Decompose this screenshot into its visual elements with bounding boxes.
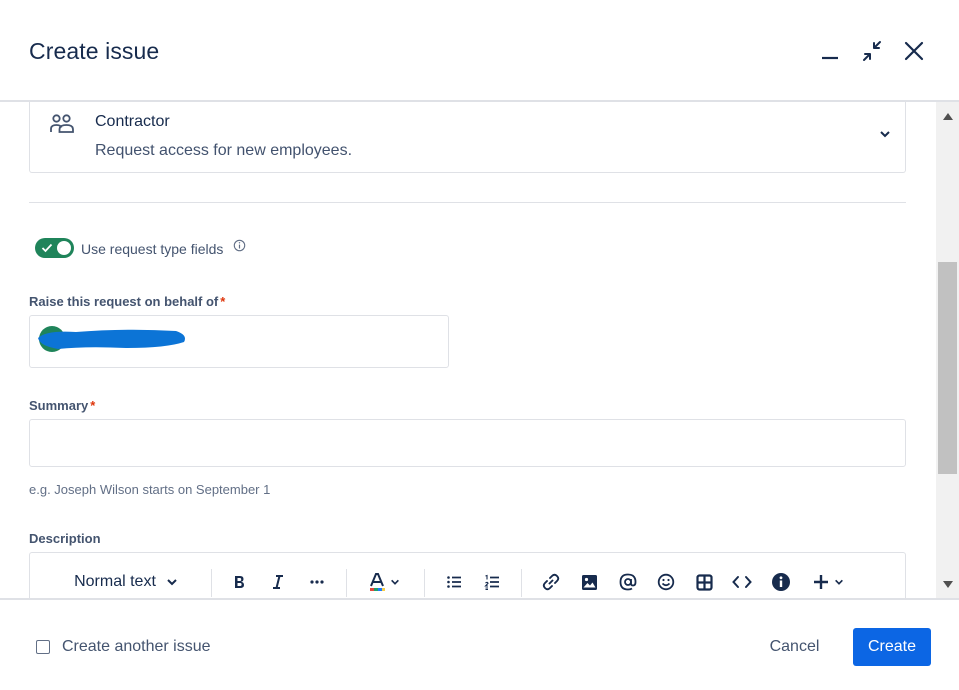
italic-icon xyxy=(273,575,283,589)
link-icon xyxy=(542,573,560,591)
toggle-knob xyxy=(57,241,71,255)
emoji-button[interactable] xyxy=(654,565,678,598)
request-type-select[interactable]: Contractor Request access for new employ… xyxy=(29,102,906,173)
mention-button[interactable] xyxy=(616,565,640,598)
required-marker: * xyxy=(90,398,96,413)
section-divider xyxy=(29,202,906,203)
create-another-checkbox[interactable] xyxy=(36,640,50,654)
image-button[interactable] xyxy=(577,565,601,598)
create-button[interactable]: Create xyxy=(853,628,931,666)
people-icon xyxy=(50,114,74,133)
info-filled-icon xyxy=(772,573,790,591)
toolbar-separator xyxy=(346,569,347,597)
info-icon[interactable] xyxy=(233,239,246,252)
more-icon xyxy=(310,580,324,584)
chevron-down-icon xyxy=(167,579,177,586)
description-editor[interactable]: Normal text xyxy=(29,552,906,598)
triangle-up-icon xyxy=(942,112,953,120)
scroll-thumb[interactable] xyxy=(938,262,957,474)
text-color-button[interactable] xyxy=(364,565,404,598)
scrollbar[interactable] xyxy=(936,102,959,598)
summary-input[interactable] xyxy=(29,419,906,467)
numbered-list-button[interactable] xyxy=(480,565,504,598)
toolbar-separator xyxy=(521,569,522,597)
scroll-up-button[interactable] xyxy=(936,106,959,126)
cancel-button[interactable]: Cancel xyxy=(757,628,832,666)
image-icon xyxy=(581,574,597,590)
text-color-icon xyxy=(370,573,385,591)
request-type-description: Request access for new employees. xyxy=(95,142,353,159)
description-label: Description xyxy=(29,531,101,546)
toolbar-separator xyxy=(424,569,425,597)
redacted-user-avatar xyxy=(38,326,185,352)
mention-icon xyxy=(619,573,637,591)
link-button[interactable] xyxy=(539,565,563,598)
minimize-icon xyxy=(822,56,838,60)
dialog-body: Contractor Request access for new employ… xyxy=(0,102,936,598)
bullet-list-icon xyxy=(447,576,461,588)
behalf-user-picker[interactable] xyxy=(29,315,449,368)
triangle-down-icon xyxy=(942,580,953,588)
collapse-button[interactable] xyxy=(857,36,887,66)
chevron-down-icon xyxy=(835,579,843,585)
behalf-label: Raise this request on behalf of * xyxy=(29,294,226,309)
italic-button[interactable] xyxy=(266,565,290,598)
request-type-fields-toggle[interactable] xyxy=(35,238,74,258)
code-button[interactable] xyxy=(730,565,754,598)
required-marker: * xyxy=(220,294,226,309)
bold-icon xyxy=(235,576,244,588)
minimize-button[interactable] xyxy=(815,36,845,66)
dialog-footer: Create another issue Cancel Create xyxy=(0,598,959,690)
toolbar-separator xyxy=(211,569,212,597)
insert-more-button[interactable] xyxy=(808,565,848,598)
dialog-title: Create issue xyxy=(29,38,160,64)
request-type-name: Contractor xyxy=(95,113,170,130)
table-button[interactable] xyxy=(692,565,716,598)
collapse-arrows-icon xyxy=(863,41,881,61)
more-formatting-button[interactable] xyxy=(305,565,329,598)
toggle-label: Use request type fields xyxy=(81,241,224,257)
emoji-icon xyxy=(657,573,675,591)
close-icon xyxy=(904,41,924,61)
text-style-dropdown[interactable]: Normal text xyxy=(66,565,186,598)
chevron-down-icon xyxy=(880,131,890,138)
check-icon xyxy=(41,243,53,253)
chevron-down-icon xyxy=(391,579,399,585)
table-icon xyxy=(695,573,713,591)
scroll-down-button[interactable] xyxy=(936,574,959,594)
create-another-label[interactable]: Create another issue xyxy=(62,638,211,656)
bullet-list-button[interactable] xyxy=(442,565,466,598)
bold-button[interactable] xyxy=(227,565,251,598)
summary-helper-text: e.g. Joseph Wilson starts on September 1 xyxy=(29,482,271,497)
close-button[interactable] xyxy=(899,36,929,66)
summary-label: Summary * xyxy=(29,398,96,413)
plus-icon xyxy=(814,575,828,589)
info-panel-button[interactable] xyxy=(769,565,793,598)
dialog-header: Create issue xyxy=(0,0,959,102)
code-icon xyxy=(732,576,752,588)
numbered-list-icon xyxy=(484,574,499,590)
